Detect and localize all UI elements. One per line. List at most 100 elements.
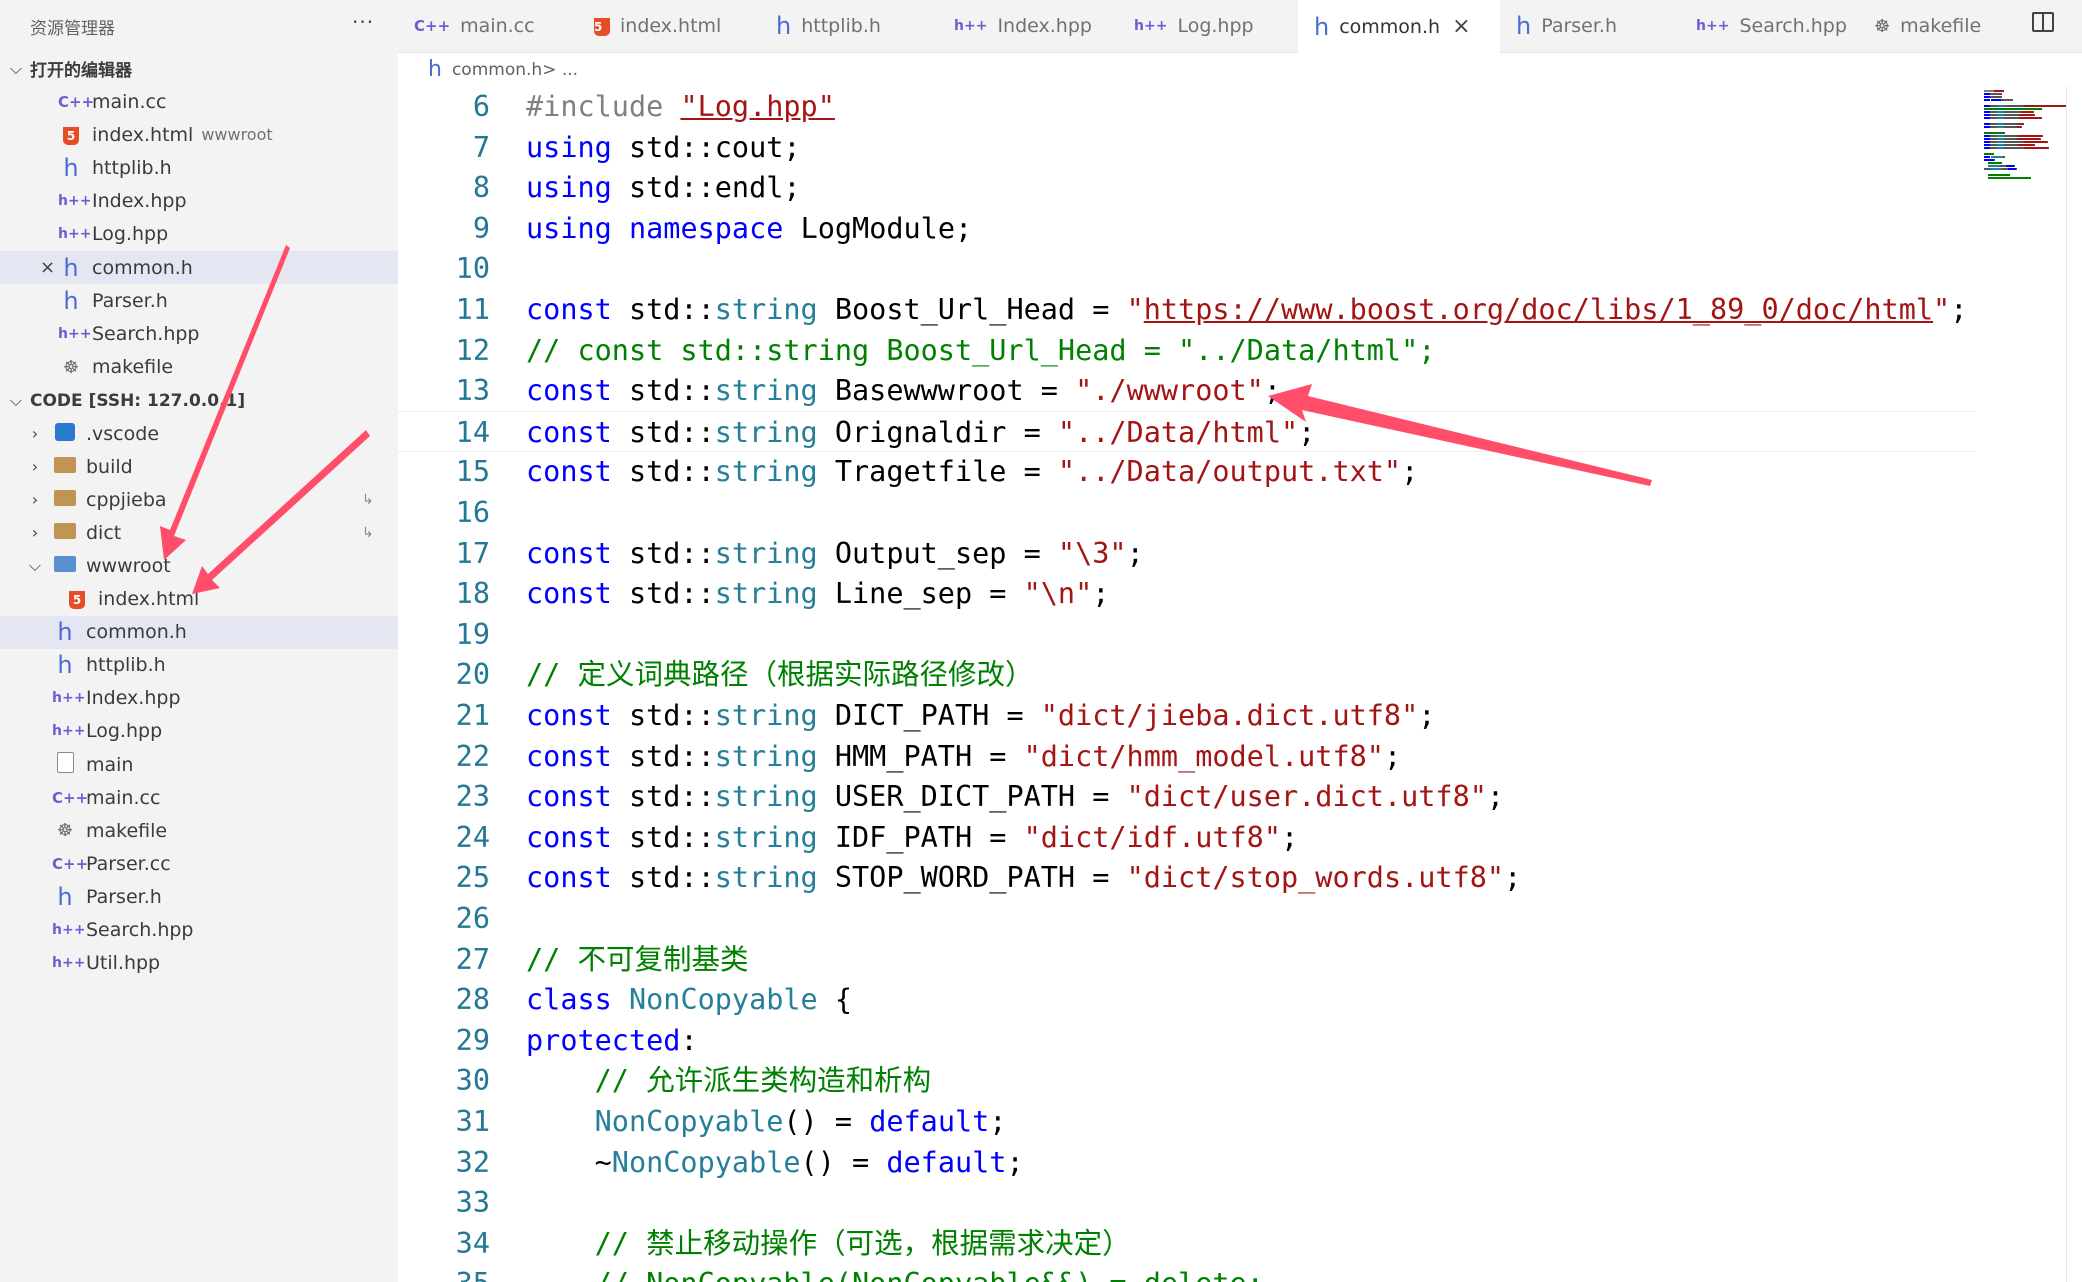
code-line[interactable]: 29 protected:	[398, 1020, 1976, 1061]
minimap-stroke	[1991, 156, 2003, 158]
more-actions-icon[interactable]: ···	[352, 10, 374, 34]
code-line[interactable]: 27 // 不可复制基类	[398, 939, 1976, 980]
folder-item[interactable]: › .vscode	[0, 417, 398, 450]
code-line[interactable]: 35 // NonCopyable(NonCopyable&&) = delet…	[398, 1263, 1976, 1282]
code-line[interactable]: 9 using namespace LogModule;	[398, 208, 1976, 249]
h-icon: h	[57, 882, 73, 911]
file-item[interactable]: 5 index.html	[0, 583, 398, 616]
minimap-stroke	[1984, 159, 1994, 161]
tab-common-h[interactable]: h common.h ×	[1298, 0, 1500, 53]
code-line[interactable]: 30 // 允许派生类构造和析构	[398, 1060, 1976, 1101]
code-editor[interactable]: 6 #include "Log.hpp" 7 using std::cout; 8 usi…	[398, 86, 1976, 1282]
file-item[interactable]: h++ Search.hpp	[0, 914, 398, 947]
code-line[interactable]: 16	[398, 492, 1976, 533]
close-icon[interactable]: ×	[40, 257, 55, 278]
tab-log-hpp[interactable]: h++ Log.hpp	[1118, 0, 1298, 52]
workspace-header[interactable]: ⌵ CODE [SSH: 127.0.0.1]	[0, 384, 398, 417]
open-editor-item[interactable]: h++ Search.hpp	[0, 317, 398, 350]
code-token: ;	[1486, 780, 1505, 814]
open-editor-item[interactable]: h++ Log.hpp	[0, 218, 398, 251]
code-line[interactable]: 33	[398, 1182, 1976, 1223]
code-line[interactable]: 11 const std::string Boost_Url_Head = "ht…	[398, 289, 1976, 330]
tab-index-html[interactable]: 5 index.html	[578, 0, 760, 52]
code-text: using std::endl;	[526, 167, 801, 208]
open-editors-header[interactable]: ⌵ 打开的编辑器	[0, 52, 398, 85]
code-line[interactable]: 24 const std::string IDF_PATH = "dict/idf…	[398, 817, 1976, 858]
line-number: 14	[455, 415, 490, 449]
open-editor-item[interactable]: h Parser.h	[0, 284, 398, 317]
file-item[interactable]: h common.h	[0, 615, 398, 649]
minimap-stroke	[2024, 141, 2047, 143]
open-editor-item[interactable]: ☸ makefile	[0, 351, 398, 384]
file-name: Util.hpp	[86, 952, 161, 975]
open-editor-item[interactable]: C++ main.cc	[0, 85, 398, 118]
h-file-icon: h	[428, 57, 442, 82]
file-item[interactable]: h++ Index.hpp	[0, 682, 398, 715]
minimap-stroke	[1997, 144, 2004, 146]
file-item[interactable]: h httplib.h	[0, 649, 398, 682]
code-token: "../Data/output.txt"	[1057, 455, 1402, 489]
code-line[interactable]: 10	[398, 248, 1976, 289]
code-line[interactable]: 26	[398, 898, 1976, 939]
code-line[interactable]: 22 const std::string HMM_PATH = "dict/hmm…	[398, 736, 1976, 777]
split-editor-icon[interactable]	[2032, 12, 2054, 32]
code-line[interactable]: 32 ~NonCopyable() = default;	[398, 1142, 1976, 1183]
open-editor-item[interactable]: h httplib.h	[0, 151, 398, 184]
code-line[interactable]: 17 const std::string Output_sep = "\3";	[398, 533, 1976, 574]
minimap-stroke	[2004, 144, 2017, 146]
tab-httplib-h[interactable]: h httplib.h	[760, 0, 938, 52]
code-token: Tragetfile =	[817, 455, 1058, 489]
code-line[interactable]: 34 // 禁止移动操作（可选，根据需求决定）	[398, 1223, 1976, 1264]
breadcrumb-sep[interactable]: > ...	[542, 60, 578, 80]
open-editor-item[interactable]: 5 index.html wwwroot	[0, 118, 398, 151]
code-line[interactable]: 31 NonCopyable() = default;	[398, 1101, 1976, 1142]
code-token: Line_sep =	[817, 577, 1024, 611]
file-item[interactable]: h Parser.h	[0, 880, 398, 913]
code-line[interactable]: 6 #include "Log.hpp"	[398, 86, 1976, 127]
minimap-stroke	[2017, 138, 2040, 140]
hpp-icon: h++	[58, 325, 92, 342]
code-line[interactable]: 21 const std::string DICT_PATH = "dict/ji…	[398, 695, 1976, 736]
minimap-stroke	[2023, 123, 2024, 125]
line-number: 32	[455, 1145, 490, 1179]
file-item[interactable]: C++ main.cc	[0, 781, 398, 814]
tab-main-cc[interactable]: C++ main.cc	[398, 0, 578, 52]
minimap-stroke	[1997, 117, 2004, 119]
breadcrumb-file[interactable]: common.h	[452, 60, 542, 80]
code-line[interactable]: 23 const std::string USER_DICT_PATH = "di…	[398, 776, 1976, 817]
minimap-stroke	[2041, 117, 2042, 119]
code-line[interactable]: 18 const std::string Line_sep = "\n";	[398, 573, 1976, 614]
code-line[interactable]: 13 const std::string Basewwwroot = "./www…	[398, 370, 1976, 411]
code-text: // const std::string Boost_Url_Head = ".…	[526, 330, 1435, 371]
code-line[interactable]: 20 // 定义词典路径（根据实际路径修改）	[398, 654, 1976, 695]
code-line[interactable]: 14 const std::string Orignaldir = "../Dat…	[398, 410, 1976, 452]
minimap-stroke	[1997, 105, 2004, 107]
code-line[interactable]: 19	[398, 614, 1976, 655]
folder-item[interactable]: › build	[0, 450, 398, 483]
minimap[interactable]	[1976, 86, 2066, 1282]
code-line[interactable]: 12 // const std::string Boost_Url_Head = …	[398, 330, 1976, 371]
close-icon[interactable]: ×	[1452, 14, 1470, 39]
file-item[interactable]: h++ Util.hpp	[0, 947, 398, 980]
tab-search-hpp[interactable]: h++ Search.hpp	[1680, 0, 1858, 52]
folder-item[interactable]: › dict ↳	[0, 516, 398, 549]
open-editor-item[interactable]: × h common.h	[0, 251, 398, 284]
folder-item[interactable]: › cppjieba ↳	[0, 483, 398, 516]
editor-scrollbar[interactable]	[2066, 86, 2082, 1282]
file-item[interactable]: C++ Parser.cc	[0, 847, 398, 880]
folder-item[interactable]: ⌵ wwwroot	[0, 549, 398, 582]
code-line[interactable]: 25 const std::string STOP_WORD_PATH = "di…	[398, 857, 1976, 898]
code-line[interactable]: 8 using std::endl;	[398, 167, 1976, 208]
tab-index-hpp[interactable]: h++ Index.hpp	[938, 0, 1118, 52]
code-token: std::	[611, 699, 715, 732]
tab-parser-h[interactable]: h Parser.h	[1500, 0, 1680, 52]
open-editor-item[interactable]: h++ Index.hpp	[0, 185, 398, 218]
line-number: 26	[455, 902, 490, 935]
tab-makefile[interactable]: ☸ makefile	[1858, 0, 2028, 52]
code-line[interactable]: 7 using std::cout;	[398, 127, 1976, 168]
code-line[interactable]: 15 const std::string Tragetfile = "../Dat…	[398, 451, 1976, 492]
file-item[interactable]: main	[0, 748, 398, 781]
file-item[interactable]: ☸ makefile	[0, 814, 398, 847]
file-item[interactable]: h++ Log.hpp	[0, 715, 398, 748]
code-line[interactable]: 28 class NonCopyable {	[398, 979, 1976, 1020]
